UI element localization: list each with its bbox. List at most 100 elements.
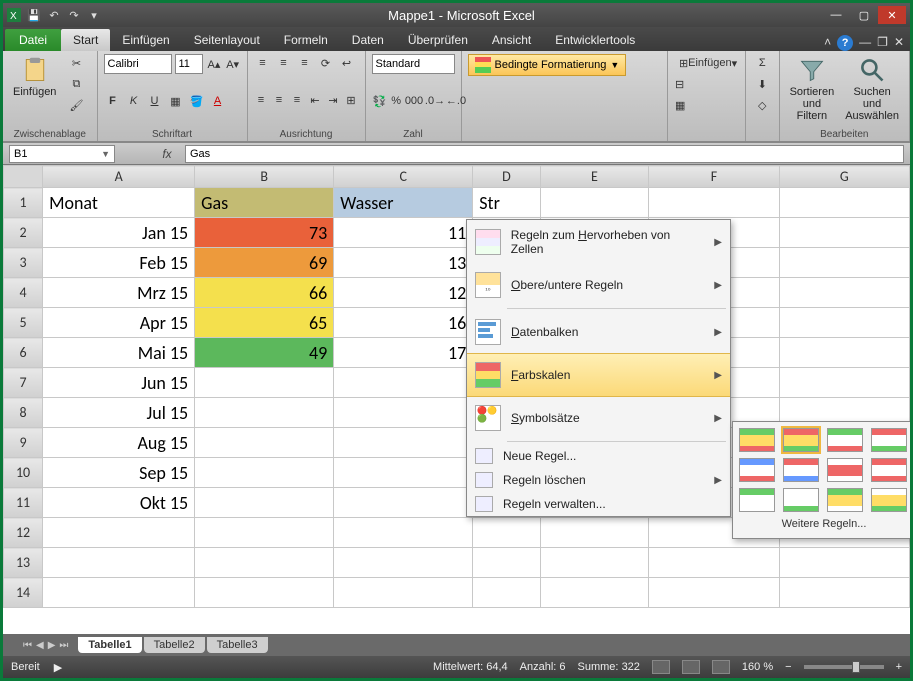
tab-einfuegen[interactable]: Einfügen	[110, 29, 181, 51]
cell-A10[interactable]: Sep 15	[43, 458, 195, 488]
cell-G2[interactable]	[779, 218, 909, 248]
doc-minimize-icon[interactable]: —	[859, 35, 871, 51]
number-format-combo[interactable]: Standard	[372, 54, 455, 74]
color-scale-thumb-10[interactable]	[827, 488, 863, 512]
color-scale-thumb-9[interactable]	[783, 488, 819, 512]
cell-B5[interactable]: 65	[195, 308, 334, 338]
row-header-13[interactable]: 13	[4, 548, 43, 578]
col-header-G[interactable]: G	[779, 166, 909, 188]
row-header-14[interactable]: 14	[4, 578, 43, 608]
cell-C13[interactable]	[334, 548, 473, 578]
qat-more-icon[interactable]: ▾	[87, 8, 101, 22]
font-size-combo[interactable]: 11	[175, 54, 204, 74]
cell-A6[interactable]: Mai 15	[43, 338, 195, 368]
row-header-5[interactable]: 5	[4, 308, 43, 338]
cell-C5[interactable]: 16	[334, 308, 473, 338]
cell-E14[interactable]	[540, 578, 649, 608]
cell-B3[interactable]: 69	[195, 248, 334, 278]
tab-ansicht[interactable]: Ansicht	[480, 29, 543, 51]
row-header-9[interactable]: 9	[4, 428, 43, 458]
cell-F13[interactable]	[649, 548, 779, 578]
row-header-1[interactable]: 1	[4, 188, 43, 218]
cell-A11[interactable]: Okt 15	[43, 488, 195, 518]
indent-dec-icon[interactable]: ⇤	[308, 91, 323, 109]
menu-data-bars[interactable]: Datenbalken▶	[467, 311, 730, 353]
wrap-icon[interactable]: ↩	[338, 54, 356, 72]
tab-start[interactable]: Start	[61, 29, 110, 51]
sheet-tab-1[interactable]: Tabelle1	[78, 637, 141, 653]
cell-D13[interactable]	[473, 548, 540, 578]
row-header-6[interactable]: 6	[4, 338, 43, 368]
cell-C2[interactable]: 11	[334, 218, 473, 248]
cell-B13[interactable]	[195, 548, 334, 578]
help-icon[interactable]: ?	[837, 35, 853, 51]
cell-C1[interactable]: Wasser	[334, 188, 473, 218]
row-header-8[interactable]: 8	[4, 398, 43, 428]
align-right-icon[interactable]: ≡	[290, 91, 305, 109]
color-scale-thumb-11[interactable]	[871, 488, 907, 512]
align-top-icon[interactable]: ≡	[254, 54, 272, 72]
macro-record-icon[interactable]: ▶	[54, 661, 62, 674]
sort-filter-button[interactable]: Sortieren und Filtern	[786, 54, 839, 124]
cell-G1[interactable]	[779, 188, 909, 218]
col-header-D[interactable]: D	[473, 166, 540, 188]
color-scale-thumb-0[interactable]	[739, 428, 775, 452]
view-normal-icon[interactable]	[652, 660, 670, 674]
align-mid-icon[interactable]: ≡	[275, 54, 293, 72]
row-header-10[interactable]: 10	[4, 458, 43, 488]
cell-B12[interactable]	[195, 518, 334, 548]
cell-C6[interactable]: 17	[334, 338, 473, 368]
cell-F14[interactable]	[649, 578, 779, 608]
save-icon[interactable]: 💾	[27, 8, 41, 22]
color-scale-thumb-2[interactable]	[827, 428, 863, 452]
menu-icon-sets[interactable]: 🔴🟡🟢 Symbolsätze▶	[467, 397, 730, 439]
row-header-2[interactable]: 2	[4, 218, 43, 248]
row-header-7[interactable]: 7	[4, 368, 43, 398]
underline-icon[interactable]: U	[146, 92, 164, 110]
sheet-nav-first-icon[interactable]: ⏮	[23, 640, 32, 651]
inc-dec-icon[interactable]: .0→	[426, 92, 444, 110]
redo-icon[interactable]: ↷	[67, 8, 81, 22]
cell-B1[interactable]: Gas	[195, 188, 334, 218]
menu-manage-rules[interactable]: Regeln verwalten...	[467, 492, 730, 516]
format-cells-icon[interactable]: ▦	[674, 96, 686, 114]
tab-seitenlayout[interactable]: Seitenlayout	[182, 29, 272, 51]
cell-B2[interactable]: 73	[195, 218, 334, 248]
row-header-4[interactable]: 4	[4, 278, 43, 308]
zoom-in-icon[interactable]: +	[896, 661, 902, 673]
fx-icon[interactable]: fx	[155, 147, 179, 161]
align-center-icon[interactable]: ≡	[272, 91, 287, 109]
cell-B11[interactable]	[195, 488, 334, 518]
cell-G7[interactable]	[779, 368, 909, 398]
close-button[interactable]: ✕	[878, 6, 906, 24]
minimize-button[interactable]: —	[822, 6, 850, 24]
autosum-icon[interactable]: Σ	[753, 54, 771, 72]
name-box[interactable]: B1▼	[9, 145, 115, 163]
col-header-E[interactable]: E	[540, 166, 649, 188]
sheet-tab-3[interactable]: Tabelle3	[207, 637, 268, 653]
conditional-formatting-button[interactable]: Bedingte Formatierung ▼	[468, 54, 627, 76]
cell-C12[interactable]	[334, 518, 473, 548]
cell-D14[interactable]	[473, 578, 540, 608]
cell-E1[interactable]	[540, 188, 649, 218]
percent-icon[interactable]: %	[390, 92, 402, 110]
align-left-icon[interactable]: ≡	[254, 91, 269, 109]
color-scale-thumb-6[interactable]	[827, 458, 863, 482]
col-header-B[interactable]: B	[195, 166, 334, 188]
col-header-C[interactable]: C	[334, 166, 473, 188]
view-layout-icon[interactable]	[682, 660, 700, 674]
cell-C11[interactable]	[334, 488, 473, 518]
cell-G4[interactable]	[779, 278, 909, 308]
tab-formeln[interactable]: Formeln	[272, 29, 340, 51]
border-icon[interactable]: ▦	[167, 92, 185, 110]
row-header-12[interactable]: 12	[4, 518, 43, 548]
cell-A2[interactable]: Jan 15	[43, 218, 195, 248]
cell-G5[interactable]	[779, 308, 909, 338]
cell-E13[interactable]	[540, 548, 649, 578]
cell-A12[interactable]	[43, 518, 195, 548]
cell-A14[interactable]	[43, 578, 195, 608]
cell-C3[interactable]: 13	[334, 248, 473, 278]
currency-icon[interactable]: 💱	[372, 92, 388, 110]
menu-color-scales[interactable]: Farbskalen▶	[467, 353, 730, 397]
font-name-combo[interactable]: Calibri	[104, 54, 172, 74]
